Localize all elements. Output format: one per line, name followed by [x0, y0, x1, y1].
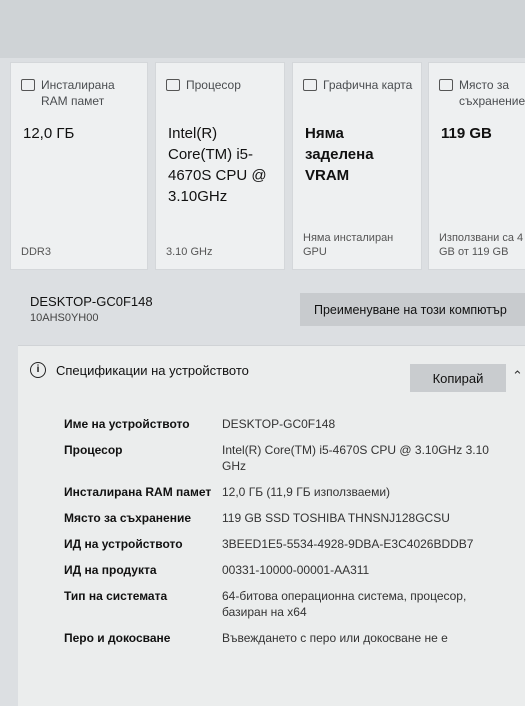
spec-row: Място за съхранение 119 GB SSD TOSHIBA TH…	[64, 511, 450, 525]
card-footer: 3.10 GHz	[166, 246, 213, 258]
ram-icon	[21, 79, 35, 91]
spec-row: Процесор Intel(R) Core(TM) i5-4670S CPU @…	[64, 443, 489, 473]
card-title: Графична карта	[323, 78, 413, 92]
card-value: Няма заделена VRAM	[305, 125, 374, 184]
chevron-up-icon[interactable]: ⌃	[512, 368, 523, 384]
device-name: DESKTOP-GC0F148	[30, 294, 153, 309]
spec-row: Име на устройството DESKTOP-GC0F148	[64, 417, 336, 431]
processor-card: Процесор Intel(R) Core(TM) i5-4670S CPU …	[155, 62, 285, 270]
storage-icon	[439, 79, 453, 91]
info-icon: i	[30, 362, 46, 378]
spec-row: Тип на системата 64-битова операционна си…	[64, 589, 467, 619]
card-value: 119 GB	[441, 125, 492, 142]
card-footer: DDR3	[21, 246, 51, 258]
graphics-card-icon	[303, 79, 317, 91]
spec-row: ИД на устройството 3BEED1E5-5534-4928-9DB…	[64, 537, 474, 551]
card-value: 12,0 ГБ	[23, 125, 75, 142]
spec-row: Перо и докосване Въвеждането с перо или д…	[64, 631, 448, 645]
card-value: Intel(R) Core(TM) i5-4670S CPU @ 3.10GHz	[168, 125, 267, 205]
spec-row: ИД на продукта 00331-10000-00001-AA311	[64, 563, 370, 577]
card-footer: Няма инсталиран GPU	[303, 232, 394, 258]
rename-pc-button[interactable]: Преименуване на този компютър	[300, 293, 525, 326]
card-footer: Използвани са 4 GB от 119 GB	[439, 232, 524, 258]
card-title: Процесор	[186, 78, 241, 92]
card-title: Място за съхранение	[459, 78, 525, 108]
device-specifications-section: i Спецификации на устройството Копирай ⌃…	[18, 345, 525, 706]
spec-row: Инсталирана RAM памет 12,0 ГБ (11,9 ГБ из…	[64, 485, 391, 499]
copy-button[interactable]: Копирай	[410, 364, 506, 392]
device-model: 10AHS0YH00	[30, 312, 99, 324]
card-title: Инсталирана RAM памет	[41, 78, 115, 108]
storage-card: Място за съхранение 119 GB Използвани са…	[428, 62, 525, 270]
ram-card: Инсталирана RAM памет 12,0 ГБ DDR3	[10, 62, 148, 270]
processor-icon	[166, 79, 180, 91]
section-title: Спецификации на устройството	[56, 362, 249, 378]
top-band	[0, 0, 525, 58]
device-name-box: DESKTOP-GC0F148 10AHS0YH00	[18, 288, 298, 332]
graphics-card: Графична карта Няма заделена VRAM Няма и…	[292, 62, 422, 270]
specs-table: Име на устройството DESKTOP-GC0F148 Проце…	[64, 416, 504, 656]
